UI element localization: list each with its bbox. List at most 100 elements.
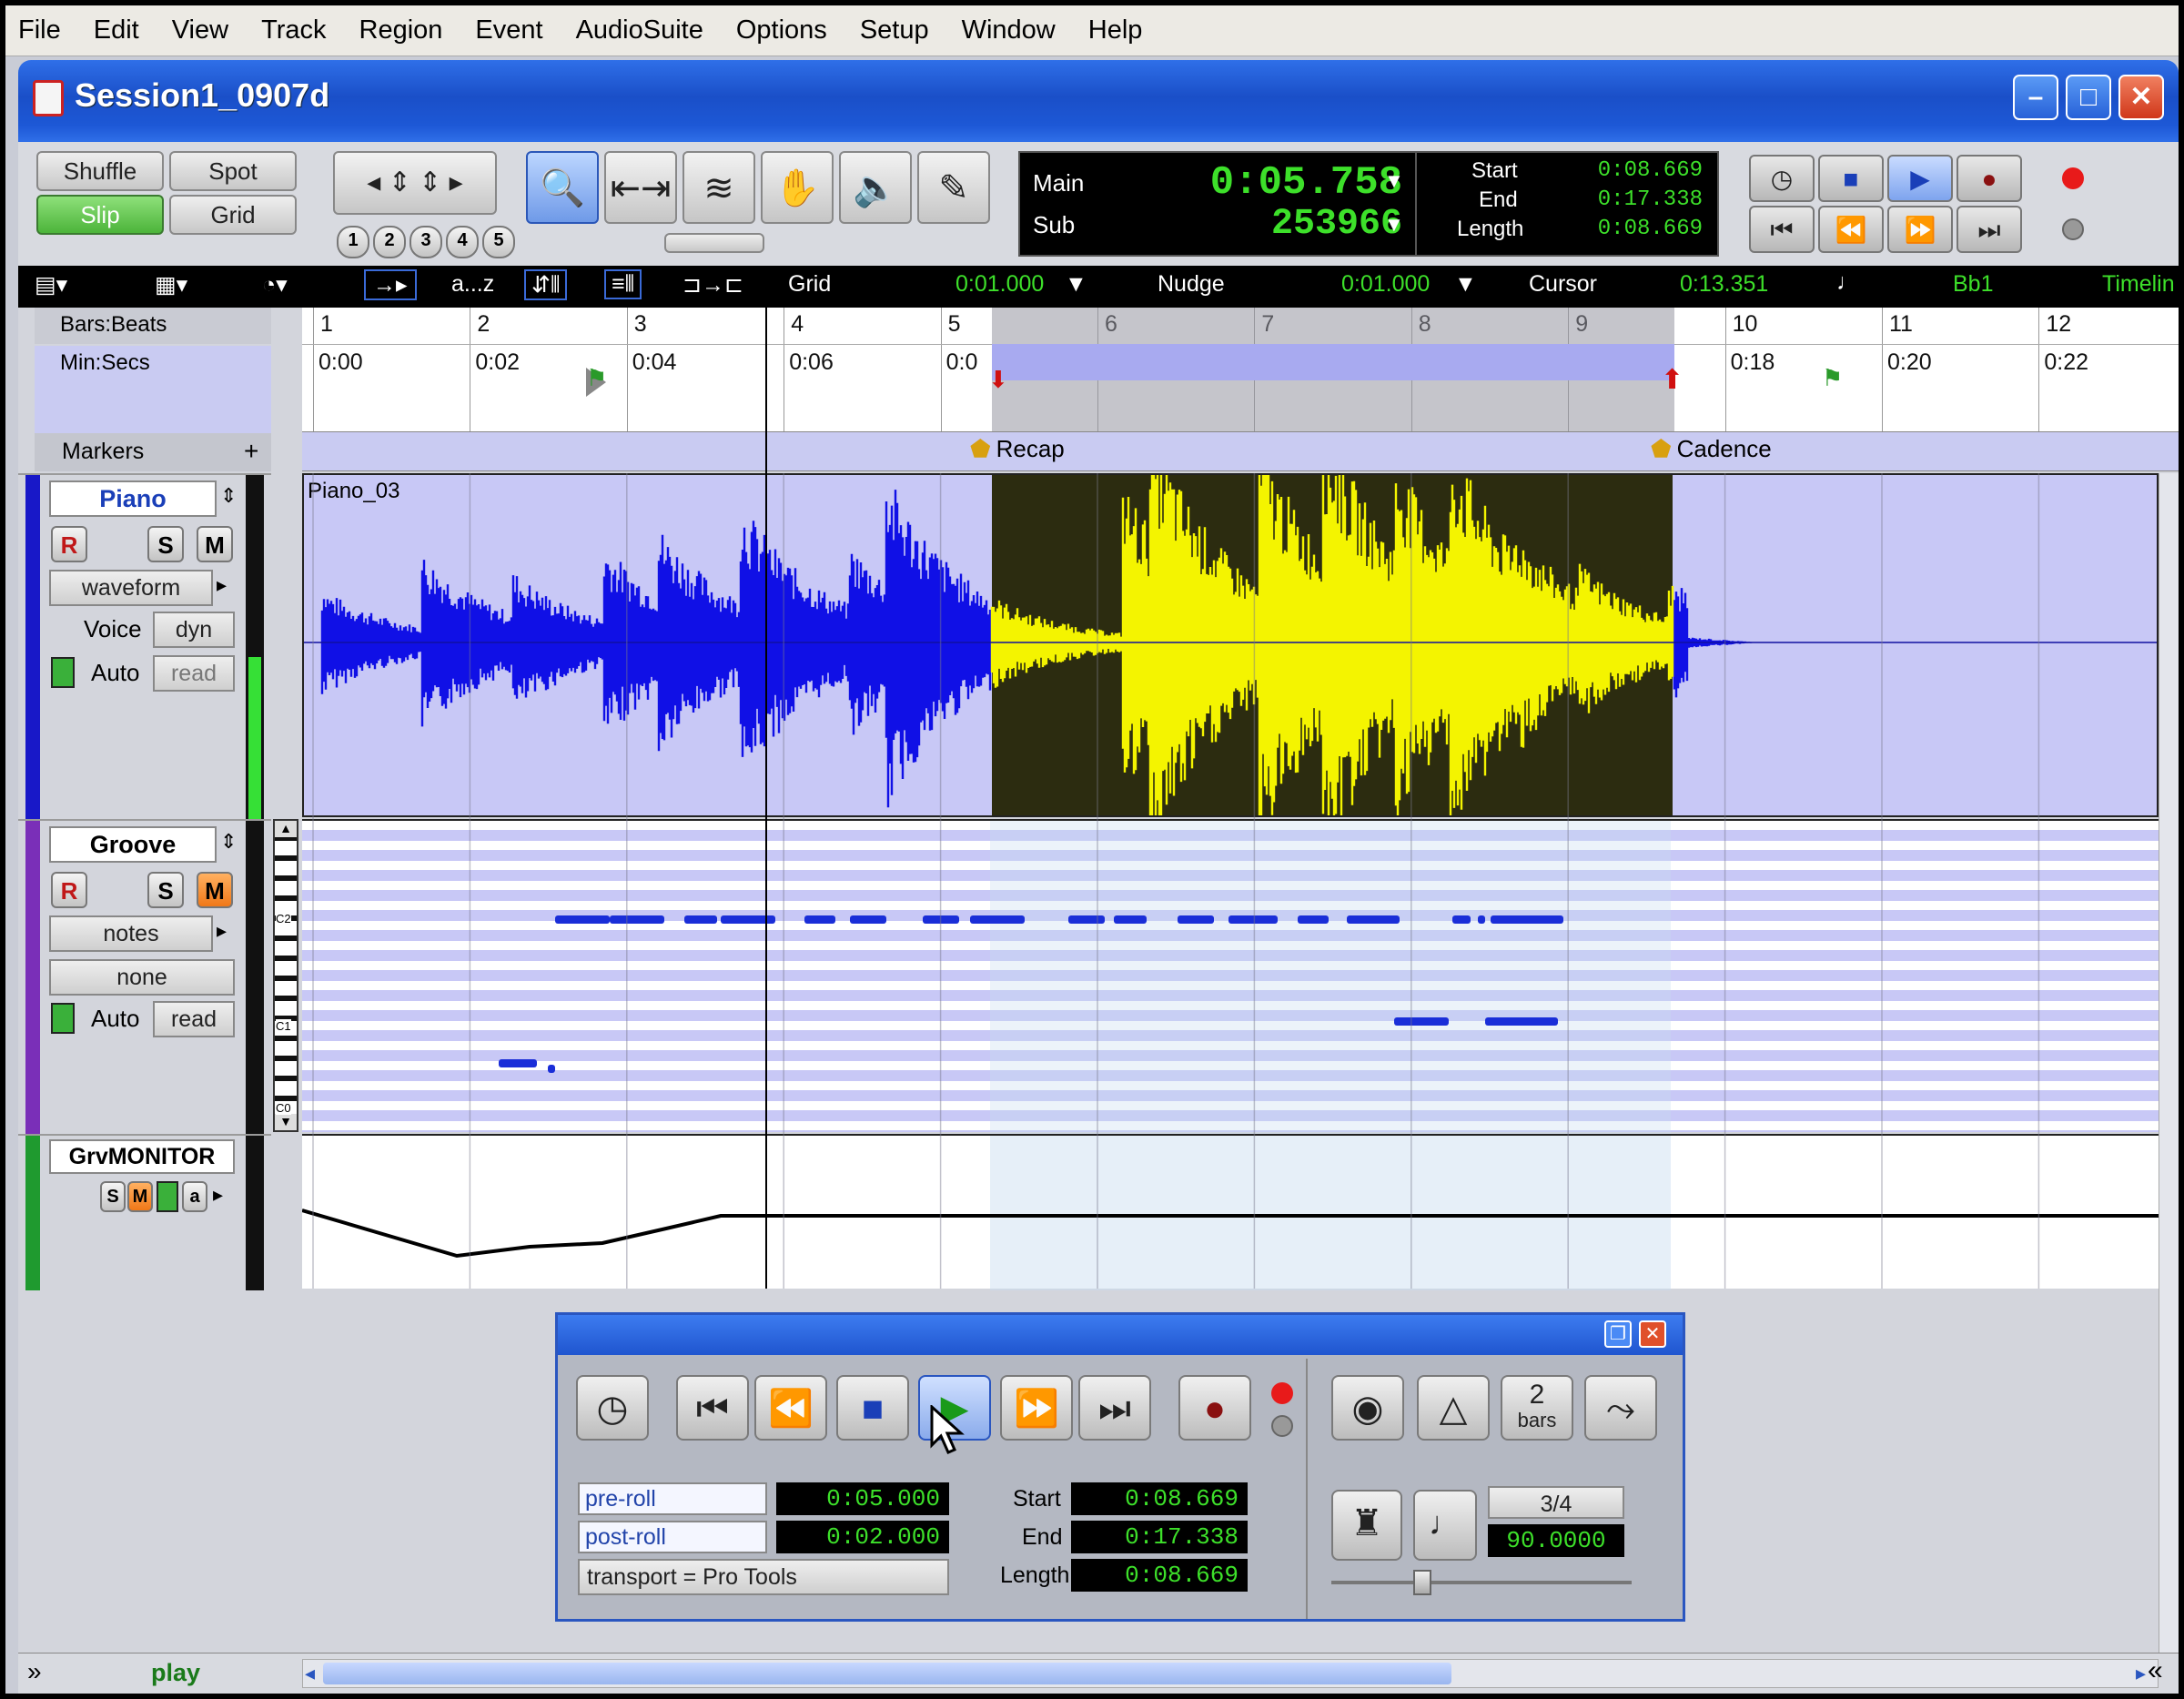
groove-record-button[interactable]: R (51, 872, 87, 908)
horizontal-scrollbar[interactable]: ◂ ▸ (302, 1659, 2159, 1688)
smart-tool-bar[interactable] (664, 233, 764, 253)
menu-region[interactable]: Region (343, 15, 460, 46)
go-to-end-icon[interactable]: ⏭ (1956, 206, 2022, 253)
show-tracks-icon[interactable]: » (27, 1657, 42, 1686)
trim-tool-icon[interactable]: ⇤⇥ (604, 151, 677, 224)
menu-edit[interactable]: Edit (77, 15, 156, 46)
main-counter-dropdown-icon[interactable]: ▼ (1384, 169, 1404, 193)
zoom-preset-4[interactable]: 4 (446, 226, 479, 258)
link-track-selection-icon[interactable]: ⇵⫴ (524, 269, 568, 300)
timebase-icon[interactable]: ◔▾ (262, 271, 288, 298)
zoom-preset-5[interactable]: 5 (482, 226, 515, 258)
pencil-tool-icon[interactable]: ✎ (917, 151, 990, 224)
tempo-slider-thumb[interactable] (1413, 1570, 1431, 1595)
piano-mute-button[interactable]: M (197, 526, 233, 562)
menu-window[interactable]: Window (945, 15, 1072, 46)
midi-merge-icon[interactable]: ⤳ (1584, 1375, 1657, 1441)
piano-view-selector[interactable]: waveform (49, 570, 213, 606)
main-counter-value[interactable]: 0:05.758 (1184, 160, 1402, 206)
transport-rewind-icon[interactable]: ⏪ (754, 1375, 827, 1441)
minimize-icon[interactable]: – (2013, 75, 2058, 120)
grid-dropdown-icon[interactable]: ▼ (1065, 271, 1087, 298)
tempo-value[interactable]: 90.0000 (1488, 1524, 1624, 1557)
zoomer-tool-icon[interactable]: 🔍 (526, 151, 599, 224)
postroll-toggle[interactable]: post-roll (578, 1521, 767, 1553)
end-value[interactable]: 0:17.338 (1566, 187, 1703, 212)
monitor-expand-icon[interactable]: ▸ (213, 1183, 223, 1207)
scroll-right-icon[interactable]: ▸ (2136, 1662, 2146, 1685)
marker-cadence[interactable]: ⬟ Cadence (1651, 435, 1772, 463)
shuffle-button[interactable]: Shuffle (36, 151, 164, 191)
record-icon[interactable]: ● (1956, 155, 2022, 202)
preroll-value[interactable]: 0:05.000 (776, 1482, 949, 1515)
transport-title-bar[interactable]: ❐ ✕ (558, 1315, 1683, 1355)
groove-automation-icon[interactable] (51, 1003, 75, 1034)
transport-start-value[interactable]: 0:08.669 (1071, 1482, 1248, 1515)
transport-end-value[interactable]: 0:17.338 (1071, 1521, 1248, 1553)
post-roll-flag-icon[interactable]: ⚑ (1822, 364, 1843, 392)
conductor-icon[interactable]: ♜ (1331, 1490, 1402, 1561)
menu-options[interactable]: Options (720, 15, 844, 46)
monitor-automation-icon[interactable] (157, 1181, 178, 1212)
groove-view-arrow-icon[interactable]: ▸ (217, 919, 227, 943)
selection-start-marker-icon[interactable]: ⬇ (988, 366, 1008, 394)
link-timeline-icon[interactable]: →▸ (364, 269, 417, 300)
transport-go-to-end-icon[interactable]: ⏭ (1078, 1375, 1151, 1441)
collapse-icon[interactable]: « (2148, 1655, 2163, 1686)
play-icon[interactable]: ▶ (1887, 155, 1953, 202)
menu-track[interactable]: Track (245, 15, 342, 46)
menu-setup[interactable]: Setup (844, 15, 945, 46)
menu-audiosuite[interactable]: AudioSuite (560, 15, 720, 46)
zoom-preset-1[interactable]: 1 (337, 226, 369, 258)
track-list-toggle-icon[interactable]: ▤▾ (35, 271, 67, 298)
rewind-icon[interactable]: ⏪ (1818, 206, 1884, 253)
length-value[interactable]: 0:08.669 (1566, 217, 1703, 241)
scrubber-speaker-icon[interactable]: 🔈 (839, 151, 912, 224)
transport-return-to-zero-icon[interactable]: ⏮ (676, 1375, 749, 1441)
monitor-solo-button[interactable]: S (100, 1181, 126, 1212)
transport-master-selector[interactable]: transport = Pro Tools (578, 1559, 949, 1595)
mirror-midi-icon[interactable]: ≡⫴ (604, 269, 642, 299)
min-secs-ruler-label[interactable]: Min:Secs (35, 346, 271, 433)
add-marker-button[interactable]: + (244, 437, 258, 466)
postroll-value[interactable]: 0:02.000 (776, 1521, 949, 1553)
groove-mini-keyboard[interactable]: ▲ ▼ C2 C1 C0 (273, 819, 298, 1132)
monitor-track-lane[interactable] (302, 1134, 2159, 1290)
insertion-follows-icon[interactable]: ⊐→⊏ (682, 271, 743, 298)
maximize-icon[interactable]: □ (2066, 75, 2111, 120)
piano-voice-selector[interactable]: dyn (153, 612, 235, 648)
groove-mute-button[interactable]: M (197, 872, 233, 908)
tempo-slider-track[interactable] (1331, 1581, 1632, 1584)
marker-recap[interactable]: ⬟ Recap (970, 435, 1065, 463)
start-value[interactable]: 0:08.669 (1566, 158, 1703, 183)
bars-beats-ruler-label[interactable]: Bars:Beats (35, 308, 271, 344)
wait-for-note-icon[interactable]: ◉ (1331, 1375, 1404, 1441)
menu-help[interactable]: Help (1072, 15, 1159, 46)
ruler-view-icon[interactable]: ▦▾ (155, 271, 187, 298)
piano-view-arrow-icon[interactable]: ▸ (217, 573, 227, 597)
zoom-preset-3[interactable]: 3 (410, 226, 442, 258)
groove-name-spinner-icon[interactable]: ⇕ (220, 830, 237, 854)
transport-online-icon[interactable]: ◷ (576, 1375, 649, 1441)
groove-channel-selector[interactable]: none (49, 959, 235, 996)
piano-solo-button[interactable]: S (147, 526, 184, 562)
close-icon[interactable]: ✕ (2118, 75, 2164, 120)
transport-fast-forward-icon[interactable]: ⏩ (1000, 1375, 1073, 1441)
groove-solo-button[interactable]: S (147, 872, 184, 908)
stop-icon[interactable]: ■ (1818, 155, 1884, 202)
meter-value[interactable]: 3/4 (1488, 1486, 1624, 1519)
groove-track-name[interactable]: Groove (49, 826, 217, 863)
piano-track-lane[interactable]: Piano_03 (302, 473, 2159, 817)
piano-track-name[interactable]: Piano (49, 480, 217, 517)
menu-event[interactable]: Event (459, 15, 559, 46)
grid-value[interactable]: 0:01.000 (956, 271, 1044, 298)
selection-end-marker-icon[interactable]: ⬆ (1661, 364, 1684, 396)
tempo-note-icon[interactable]: ♩ (1413, 1490, 1477, 1561)
groove-auto-mode[interactable]: read (153, 1001, 235, 1037)
countoff-button[interactable]: 2 bars (1501, 1375, 1573, 1441)
pre-roll-flag-icon[interactable]: ⚑ (586, 364, 607, 392)
groove-track-lane[interactable] (302, 819, 2159, 1134)
online-icon[interactable]: ◷ (1749, 155, 1815, 202)
markers-ruler-label[interactable]: Markers (35, 433, 271, 471)
transport-stop-icon[interactable]: ■ (836, 1375, 909, 1441)
